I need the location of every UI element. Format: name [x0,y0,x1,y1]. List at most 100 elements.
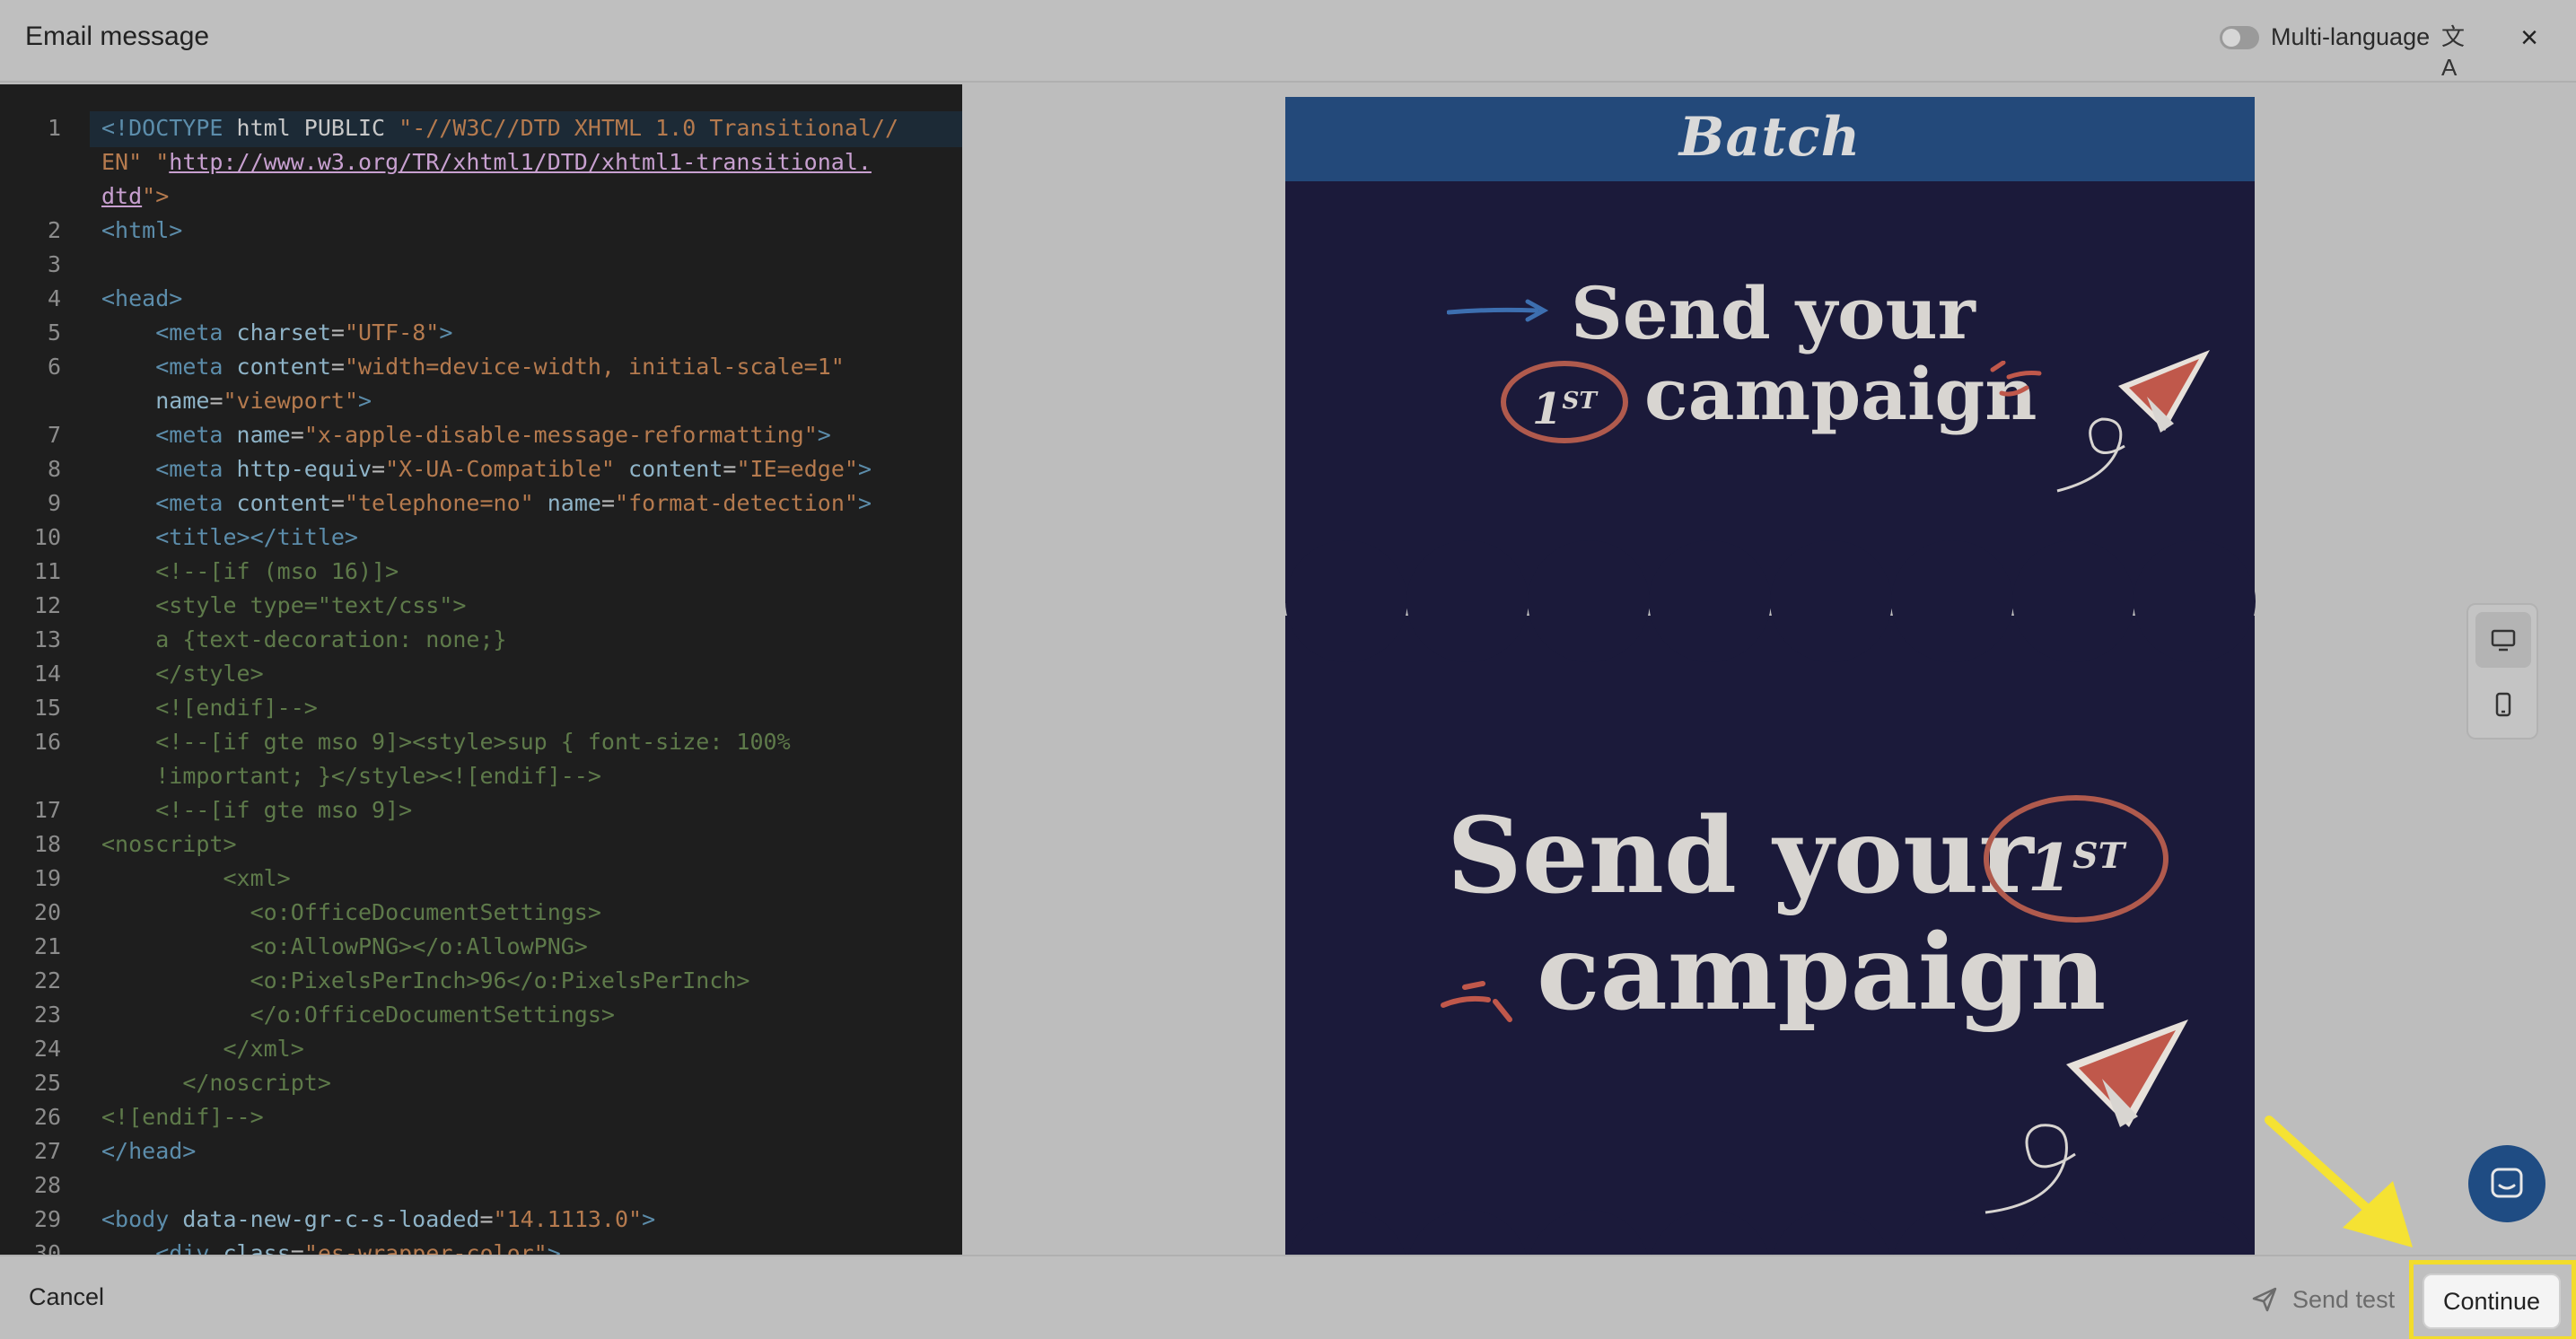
toggle-knob [2222,29,2240,47]
line-number: 16 [33,729,61,755]
line-number: 14 [33,661,61,687]
continue-highlight-box: Continue [2409,1260,2576,1339]
code-text: <meta http-equiv="X-UA-Compatible" conte… [155,456,872,482]
code-text: EN" "http://www.w3.org/TR/xhtml1/DTD/xht… [101,149,872,175]
close-icon[interactable]: × [2513,20,2545,56]
code-line: EN" "http://www.w3.org/TR/xhtml1/DTD/xht… [0,145,962,179]
code-text: </head> [101,1138,197,1164]
chat-widget-button[interactable] [2468,1145,2545,1222]
code-text: <meta charset="UTF-8"> [155,319,453,346]
code-line: 25 </noscript> [0,1066,962,1100]
code-text: <meta content="width=device-width, initi… [155,354,845,380]
scallop [1891,540,2013,662]
hero2-line-1: Send your [1447,795,2034,917]
code-line: 14 </style> [0,657,962,691]
code-text: <!--[if gte mso 9]> [155,797,413,823]
code-line: name="viewport"> [0,384,962,418]
code-line: 19 <xml> [0,862,962,896]
chat-icon [2491,1168,2523,1198]
code-text: <div class="es-wrapper-color"> [155,1240,561,1255]
desktop-icon [2491,629,2516,652]
send-test-button[interactable]: Send test [2251,1282,2395,1317]
code-line: dtd"> [0,179,962,214]
code-text: <o:OfficeDocumentSettings> [250,899,601,925]
line-number: 1 [47,115,61,141]
code-text: <!DOCTYPE html PUBLIC "-//W3C//DTD XHTML… [101,115,899,141]
modal-header: Email message Multi-language 文A × [0,0,2576,83]
code-text: </o:OfficeDocumentSettings> [250,1002,615,1028]
code-line: 12 <style type="text/css"> [0,589,962,623]
code-text: dtd"> [101,183,170,209]
code-line: 23 </o:OfficeDocumentSettings> [0,998,962,1032]
paper-plane-icon-large [1985,1020,2188,1214]
line-number: 21 [33,933,61,959]
scallop [2134,540,2256,662]
scallop [1528,540,1650,662]
line-number: 10 [33,524,61,550]
badge-number: 1 [1531,384,1563,434]
code-text: <![endif]--> [155,695,318,721]
motion-dash-decoration-2 [1441,981,1512,1022]
line-number: 25 [33,1070,61,1096]
line-number: 18 [33,831,61,857]
code-text: <body data-new-gr-c-s-loaded="14.1113.0"… [101,1206,656,1232]
html-code-editor[interactable]: 1 <!DOCTYPE html PUBLIC "-//W3C//DTD XHTM… [0,84,962,1255]
modal-footer: Cancel Send test Continue [0,1255,2576,1339]
line-number: 22 [33,967,61,993]
line-number: 2 [47,217,61,243]
line-number: 27 [33,1138,61,1164]
line-number: 4 [47,285,61,311]
code-text: <o:PixelsPerInch>96</o:PixelsPerInch> [250,967,750,993]
line-number: 28 [33,1172,61,1198]
batch-logo: Batch [1678,106,1862,169]
code-line: 22 <o:PixelsPerInch>96</o:PixelsPerInch> [0,964,962,998]
code-line: 6 <meta content="width=device-width, ini… [0,350,962,384]
code-line: 27 </head> [0,1134,962,1168]
code-line: 16 <!--[if gte mso 9]><style>sup { font-… [0,725,962,759]
mobile-icon [2495,692,2511,717]
motion-dash-decoration [1990,361,2042,397]
hero-line-1: Send your [1571,271,1976,355]
code-text: <html> [101,217,183,243]
hero-banner-top: Send your 1ST campaign [1285,181,2255,603]
multi-language-toggle[interactable] [2220,26,2259,49]
code-line: 17 <!--[if gte mso 9]> [0,793,962,827]
code-line: 2 <html> [0,214,962,248]
code-line: 26 <![endif]--> [0,1100,962,1134]
code-line: 3 [0,248,962,282]
line-number: 9 [47,490,61,516]
code-line: 13 a {text-decoration: none;} [0,623,962,657]
code-line: 7 <meta name="x-apple-disable-message-re… [0,418,962,452]
line-number: 12 [33,592,61,618]
line-number: 3 [47,251,61,277]
arrow-decoration [1447,299,1549,322]
continue-button[interactable]: Continue [2423,1273,2561,1329]
code-text: </style> [155,661,264,687]
scallop [1770,540,1892,662]
modal-title: Email message [25,22,210,51]
code-text: </noscript> [182,1070,331,1096]
line-number: 29 [33,1206,61,1232]
scallop [1285,540,1407,662]
badge-number-large: 1 [2027,829,2073,906]
email-preview: Batch Send your 1ST campaign Send your 1… [962,84,2576,1255]
line-number: 6 [47,354,61,380]
code-text: <o:AllowPNG></o:AllowPNG> [250,933,588,959]
first-badge-large: 1ST [1984,795,2169,923]
badge-suffix-large: ST [2072,836,2125,877]
email-canvas: Batch Send your 1ST campaign Send your 1… [1285,97,2256,1255]
line-number: 13 [33,626,61,652]
cancel-button[interactable]: Cancel [29,1283,104,1311]
badge-suffix: ST [1562,387,1598,415]
mobile-view-button[interactable] [2475,677,2531,732]
line-number: 19 [33,865,61,891]
code-text: <!--[if (mso 16)]> [155,558,399,584]
desktop-view-button[interactable] [2475,612,2531,668]
translate-icon[interactable]: 文A [2441,22,2472,81]
code-text: <![endif]--> [101,1104,264,1130]
code-line: 1 <!DOCTYPE html PUBLIC "-//W3C//DTD XHTM… [0,111,962,145]
line-number: 26 [33,1104,61,1130]
code-line: 11 <!--[if (mso 16)]> [0,555,962,589]
line-number: 5 [47,319,61,346]
code-text: <head> [101,285,183,311]
